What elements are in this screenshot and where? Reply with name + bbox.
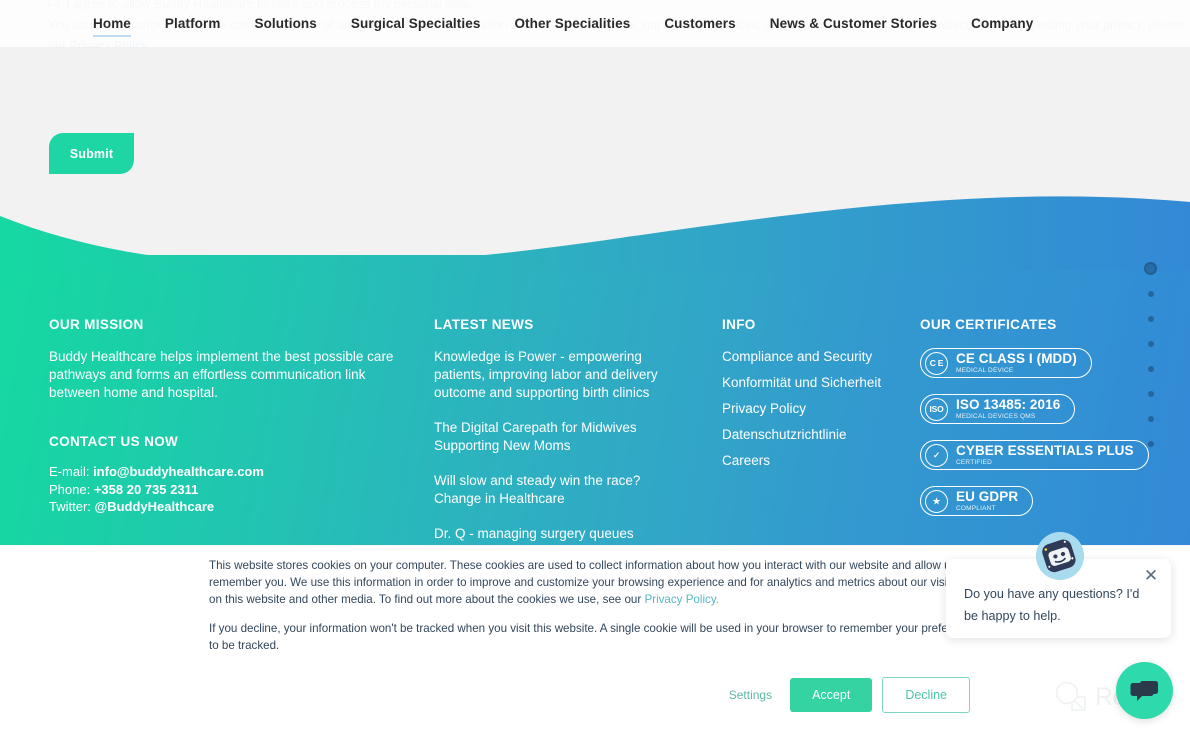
submit-button[interactable]: Submit — [49, 133, 134, 174]
cookie-paragraph-1: This website stores cookies on your comp… — [209, 557, 999, 608]
certificate-pill: ★ EU GDPR COMPLIANT — [920, 486, 1034, 516]
nav-item-customers[interactable]: Customers — [647, 2, 752, 45]
section-dot[interactable] — [1144, 262, 1157, 275]
twitter-link[interactable]: @BuddyHealthcare — [95, 499, 215, 514]
wave-divider — [0, 180, 1190, 270]
nav-item-news-customer-stories[interactable]: News & Customer Stories — [753, 2, 954, 45]
phone-value: +358 20 735 2311 — [93, 481, 199, 497]
certificate-subtitle: MEDICAL DEVICES QMS — [956, 412, 1036, 420]
chat-bubble-icon[interactable] — [1116, 662, 1173, 719]
twitter-label: Twitter: — [49, 499, 95, 514]
certificate-name: EU GDPR — [956, 488, 1019, 504]
bot-avatar-icon — [1036, 532, 1084, 580]
nav-item-platform[interactable]: Platform — [148, 2, 238, 45]
eu-stars-icon: ★ — [925, 489, 948, 513]
contact-phone-line: Phone: +358 20 735 2311 — [49, 481, 399, 499]
footer-column-news: LATEST NEWS Knowledge is Power - empower… — [434, 317, 684, 560]
section-dot-navigation — [1144, 262, 1157, 466]
certificate-text: EU GDPR COMPLIANT — [956, 488, 1019, 513]
info-link[interactable]: Privacy Policy — [722, 400, 912, 418]
section-dot[interactable] — [1147, 416, 1154, 422]
certificate-badge[interactable]: ISO ISO 13485: 2016 MEDICAL DEVICES QMS — [920, 394, 1180, 424]
certificate-pill: ISO ISO 13485: 2016 MEDICAL DEVICES QMS — [920, 394, 1076, 424]
check-mark-icon: ✓ — [925, 443, 948, 467]
news-title: LATEST NEWS — [434, 317, 534, 332]
cookie-decline-button[interactable]: Decline — [882, 677, 970, 713]
cookie-paragraph-2: If you decline, your information won't b… — [209, 622, 997, 652]
info-link[interactable]: Datenschutzrichtlinie — [722, 426, 912, 444]
certificate-name: CYBER ESSENTIALS PLUS — [956, 442, 1134, 458]
certificate-subtitle: COMPLIANT — [956, 504, 996, 512]
certificate-text: CE CLASS I (MDD) MEDICAL DEVICE — [956, 350, 1077, 375]
certificate-name: CE CLASS I (MDD) — [956, 350, 1077, 366]
certificate-pill: ✓ CYBER ESSENTIALS PLUS CERTIFIED — [920, 440, 1149, 470]
wave-shape-icon — [0, 196, 1190, 270]
email-link[interactable]: info@buddyhealthcare.com — [93, 464, 264, 479]
main-navigation: Home Platform Solutions Surgical Specialtie… — [0, 0, 1190, 48]
cookie-text: This website stores cookies on your comp… — [209, 557, 999, 666]
chat-bubble-glyph — [1130, 680, 1158, 701]
section-dot[interactable] — [1147, 341, 1154, 347]
footer-columns: OUR MISSION Buddy Healthcare helps imple… — [0, 255, 1190, 555]
certificate-text: CYBER ESSENTIALS PLUS CERTIFIED — [956, 442, 1134, 467]
cookie-privacy-policy-link[interactable]: Privacy Policy. — [644, 593, 719, 606]
nav-item-home[interactable]: Home — [76, 2, 148, 45]
site-footer: OUR MISSION Buddy Healthcare helps imple… — [0, 255, 1190, 555]
cookie-settings-button[interactable]: Settings — [721, 682, 780, 708]
certificate-text: ISO 13485: 2016 MEDICAL DEVICES QMS — [956, 396, 1061, 421]
cookie-accept-button[interactable]: Accept — [790, 678, 873, 712]
bot-avatar-illustration — [1036, 532, 1084, 580]
email-label: E-mail: — [49, 464, 94, 479]
news-item[interactable]: Will slow and steady win the race? Chang… — [434, 472, 684, 508]
section-dot[interactable] — [1147, 391, 1154, 397]
mission-text: Buddy Healthcare helps implement the bes… — [49, 349, 394, 400]
section-dot[interactable] — [1147, 291, 1154, 297]
nav-item-surgical-specialties[interactable]: Surgical Specialties — [334, 2, 498, 45]
info-link[interactable]: Compliance and Security — [722, 348, 912, 366]
contact-title: CONTACT US NOW — [49, 434, 179, 449]
contact-twitter-line: Twitter: @BuddyHealthcare — [49, 498, 399, 516]
footer-column-mission: OUR MISSION Buddy Healthcare helps imple… — [49, 317, 399, 516]
news-item[interactable]: The Digital Carepath for Midwives Suppor… — [434, 419, 684, 455]
chat-message-text: Do you have any questions? I'd be happy … — [964, 587, 1140, 623]
ce-mark-icon: C E — [925, 351, 948, 375]
page-root: I agree to allow Buddy Healthcare to sto… — [0, 0, 1190, 734]
section-dot[interactable] — [1147, 441, 1154, 447]
info-list: Compliance and Security Konformität und S… — [722, 348, 912, 470]
section-dot[interactable] — [1147, 316, 1154, 322]
iso-mark-icon: ISO — [925, 397, 948, 421]
certificates-title: OUR CERTIFICATES — [920, 317, 1057, 332]
contact-email-line: E-mail: info@buddyhealthcare.com — [49, 463, 399, 481]
info-link[interactable]: Konformität und Sicherheit — [722, 374, 912, 392]
info-title: INFO — [722, 317, 756, 332]
news-item[interactable]: Knowledge is Power - empowering patients… — [434, 348, 684, 402]
section-dot[interactable] — [1147, 366, 1154, 372]
certificate-pill: C E CE CLASS I (MDD) MEDICAL DEVICE — [920, 348, 1092, 378]
mission-title: OUR MISSION — [49, 317, 144, 332]
info-link[interactable]: Careers — [722, 452, 912, 470]
certificate-badge[interactable]: ✓ CYBER ESSENTIALS PLUS CERTIFIED — [920, 440, 1180, 470]
nav-item-solutions[interactable]: Solutions — [237, 2, 333, 45]
news-list: Knowledge is Power - empowering patients… — [434, 348, 684, 543]
certificate-badge[interactable]: ★ EU GDPR COMPLIANT — [920, 486, 1180, 516]
certificate-badge[interactable]: C E CE CLASS I (MDD) MEDICAL DEVICE — [920, 348, 1180, 378]
certificate-name: ISO 13485: 2016 — [956, 396, 1061, 412]
footer-column-info: INFO Compliance and Security Konformität … — [722, 317, 912, 478]
nav-items-container: Home Platform Solutions Surgical Specialtie… — [0, 2, 1050, 45]
certificate-subtitle: CERTIFIED — [956, 458, 992, 466]
cookie-actions: Settings Accept Decline — [721, 677, 970, 713]
footer-column-certificates: OUR CERTIFICATES C E CE CLASS I (MDD) MEDI… — [920, 317, 1180, 532]
cookie-paragraph-1-text: This website stores cookies on your comp… — [209, 559, 993, 606]
nav-item-other-specialities[interactable]: Other Specialities — [497, 2, 647, 45]
certificate-subtitle: MEDICAL DEVICE — [956, 366, 1014, 374]
phone-label: Phone: — [49, 481, 94, 497]
certificates-list: C E CE CLASS I (MDD) MEDICAL DEVICE ISO ISO … — [920, 348, 1180, 516]
nav-item-company[interactable]: Company — [954, 2, 1050, 45]
news-item[interactable]: Dr. Q - managing surgery queues — [434, 525, 684, 543]
